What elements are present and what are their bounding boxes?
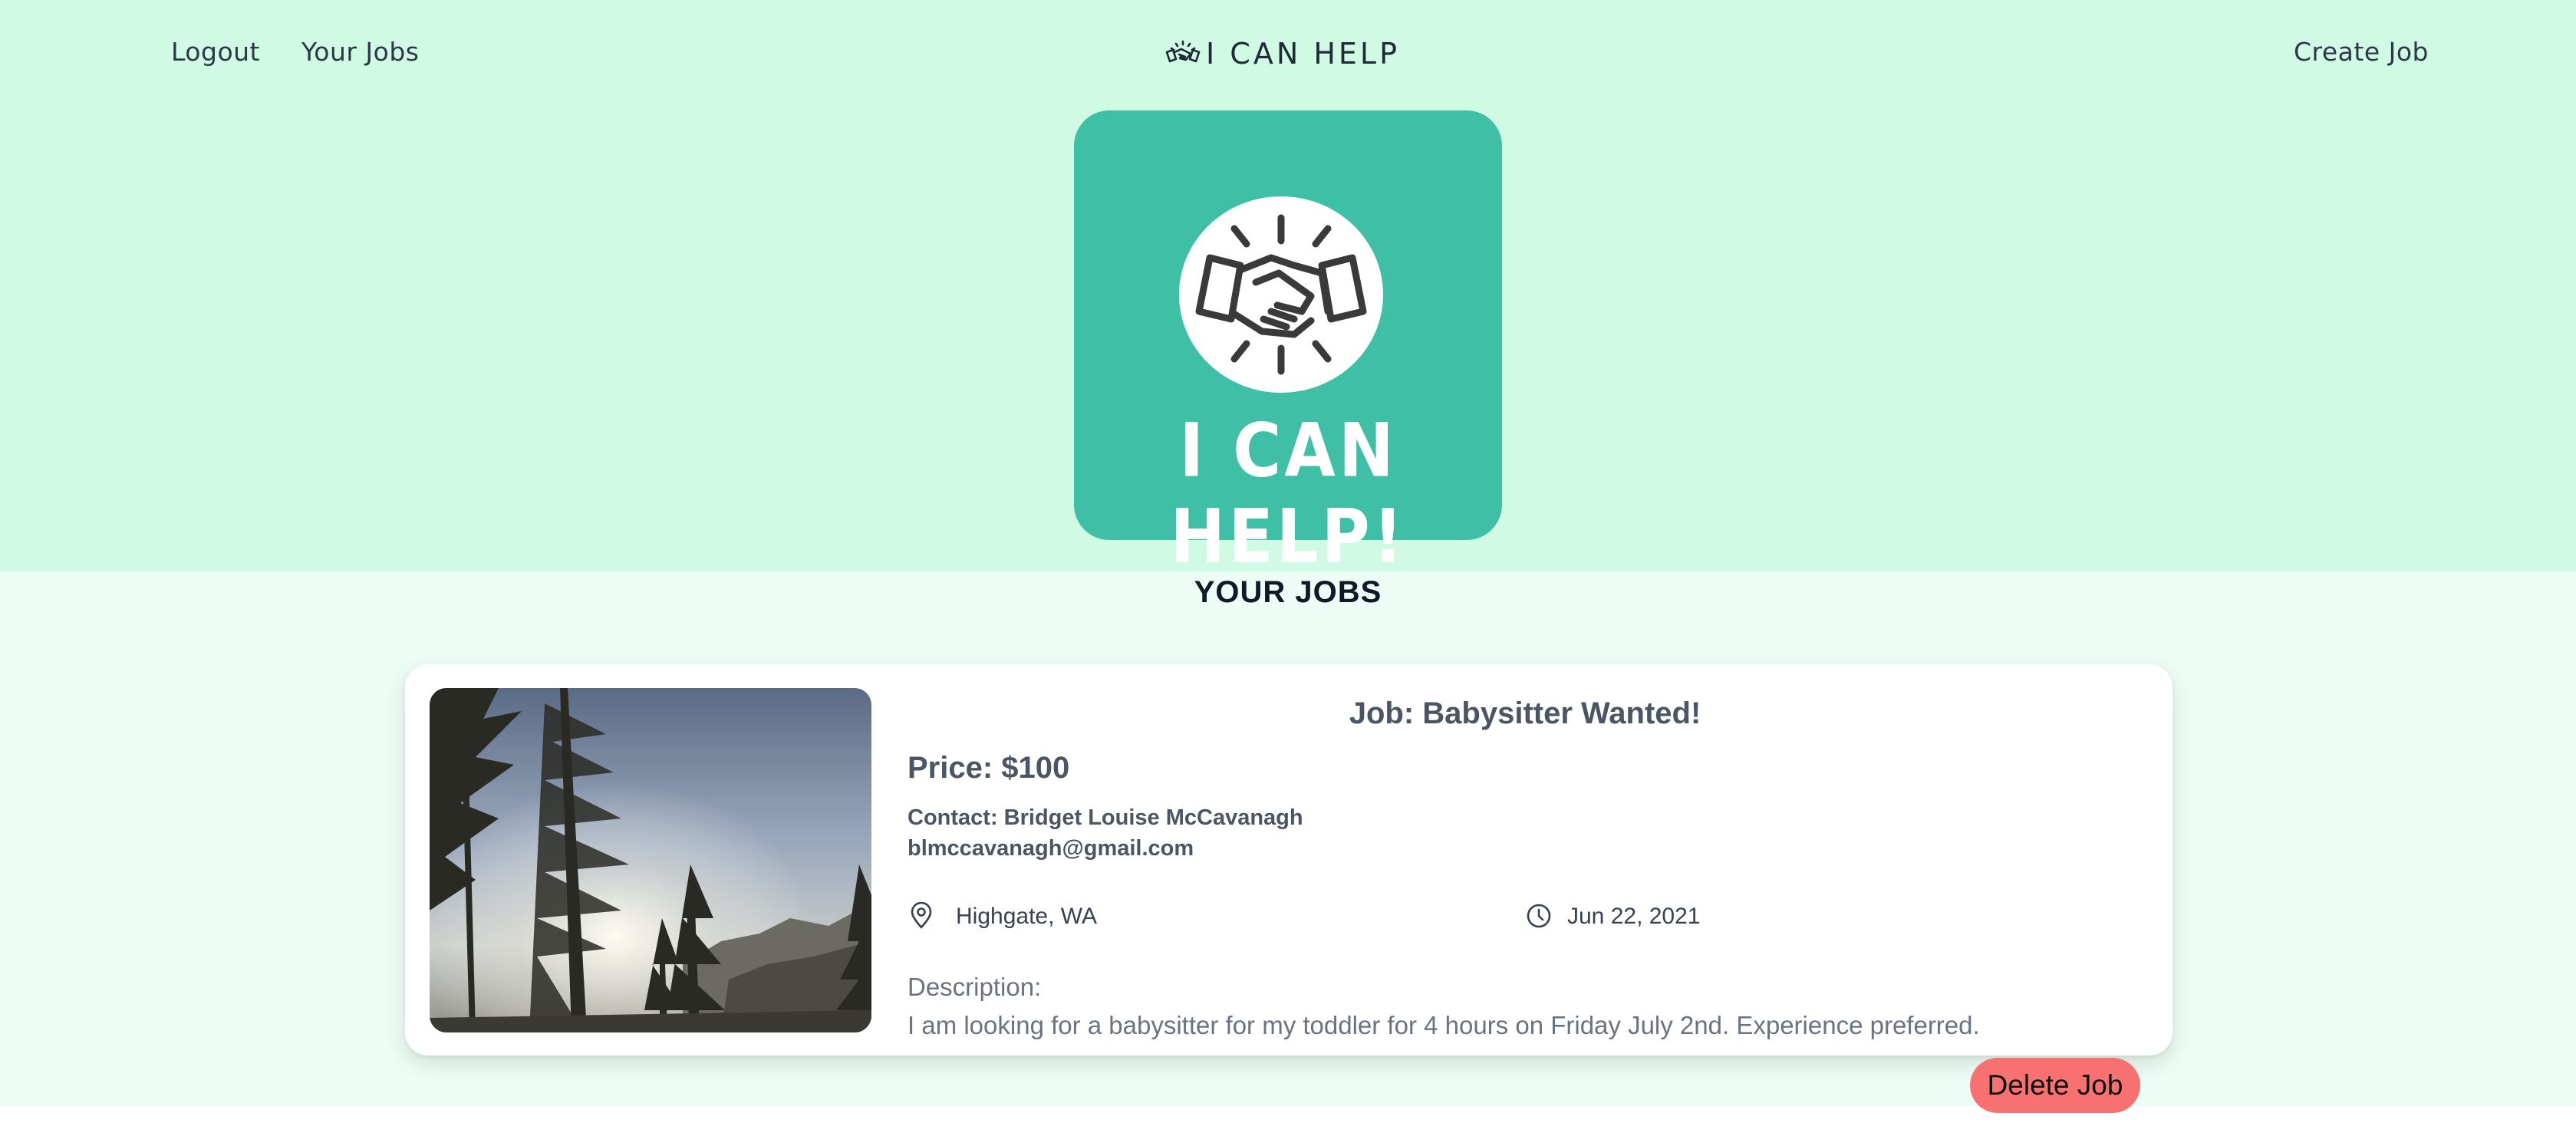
hero-logo: I CAN HELP! — [1074, 110, 1502, 580]
job-price: Price: $100 — [908, 751, 1070, 785]
handshake-icon — [1179, 196, 1383, 393]
description-label: Description: — [908, 973, 1042, 1001]
job-image — [430, 688, 871, 1032]
brand[interactable]: I CAN HELP — [1163, 34, 1400, 74]
job-location: Highgate, WA — [956, 904, 1097, 929]
brand-title: I CAN HELP — [1206, 37, 1400, 71]
job-email: blmccavanagh@gmail.com — [908, 836, 1194, 861]
page-title: YOUR JOBS — [1194, 575, 1382, 609]
your-jobs-link[interactable]: Your Jobs — [301, 37, 420, 67]
job-description: I am looking for a babysitter for my tod… — [908, 1011, 1980, 1039]
handshake-icon — [1165, 40, 1201, 63]
location-pin-icon — [911, 902, 932, 929]
job-card: Job: Babysitter Wanted! Price: $100 Cont… — [405, 664, 2172, 1055]
hero-logo-text: I CAN HELP! — [1170, 408, 1406, 580]
clock-icon — [1527, 904, 1551, 928]
logout-link[interactable]: Logout — [171, 37, 260, 67]
delete-job-button[interactable]: Delete Job — [1970, 1058, 2140, 1113]
job-date: Jun 22, 2021 — [1567, 904, 1701, 929]
job-contact: Contact: Bridget Louise McCavanagh — [908, 805, 1303, 830]
create-job-link[interactable]: Create Job — [2294, 37, 2429, 67]
top-nav: Logout Your Jobs I CAN HELP Create Job — [0, 0, 2576, 107]
job-title: Job: Babysitter Wanted! — [1349, 696, 1701, 730]
